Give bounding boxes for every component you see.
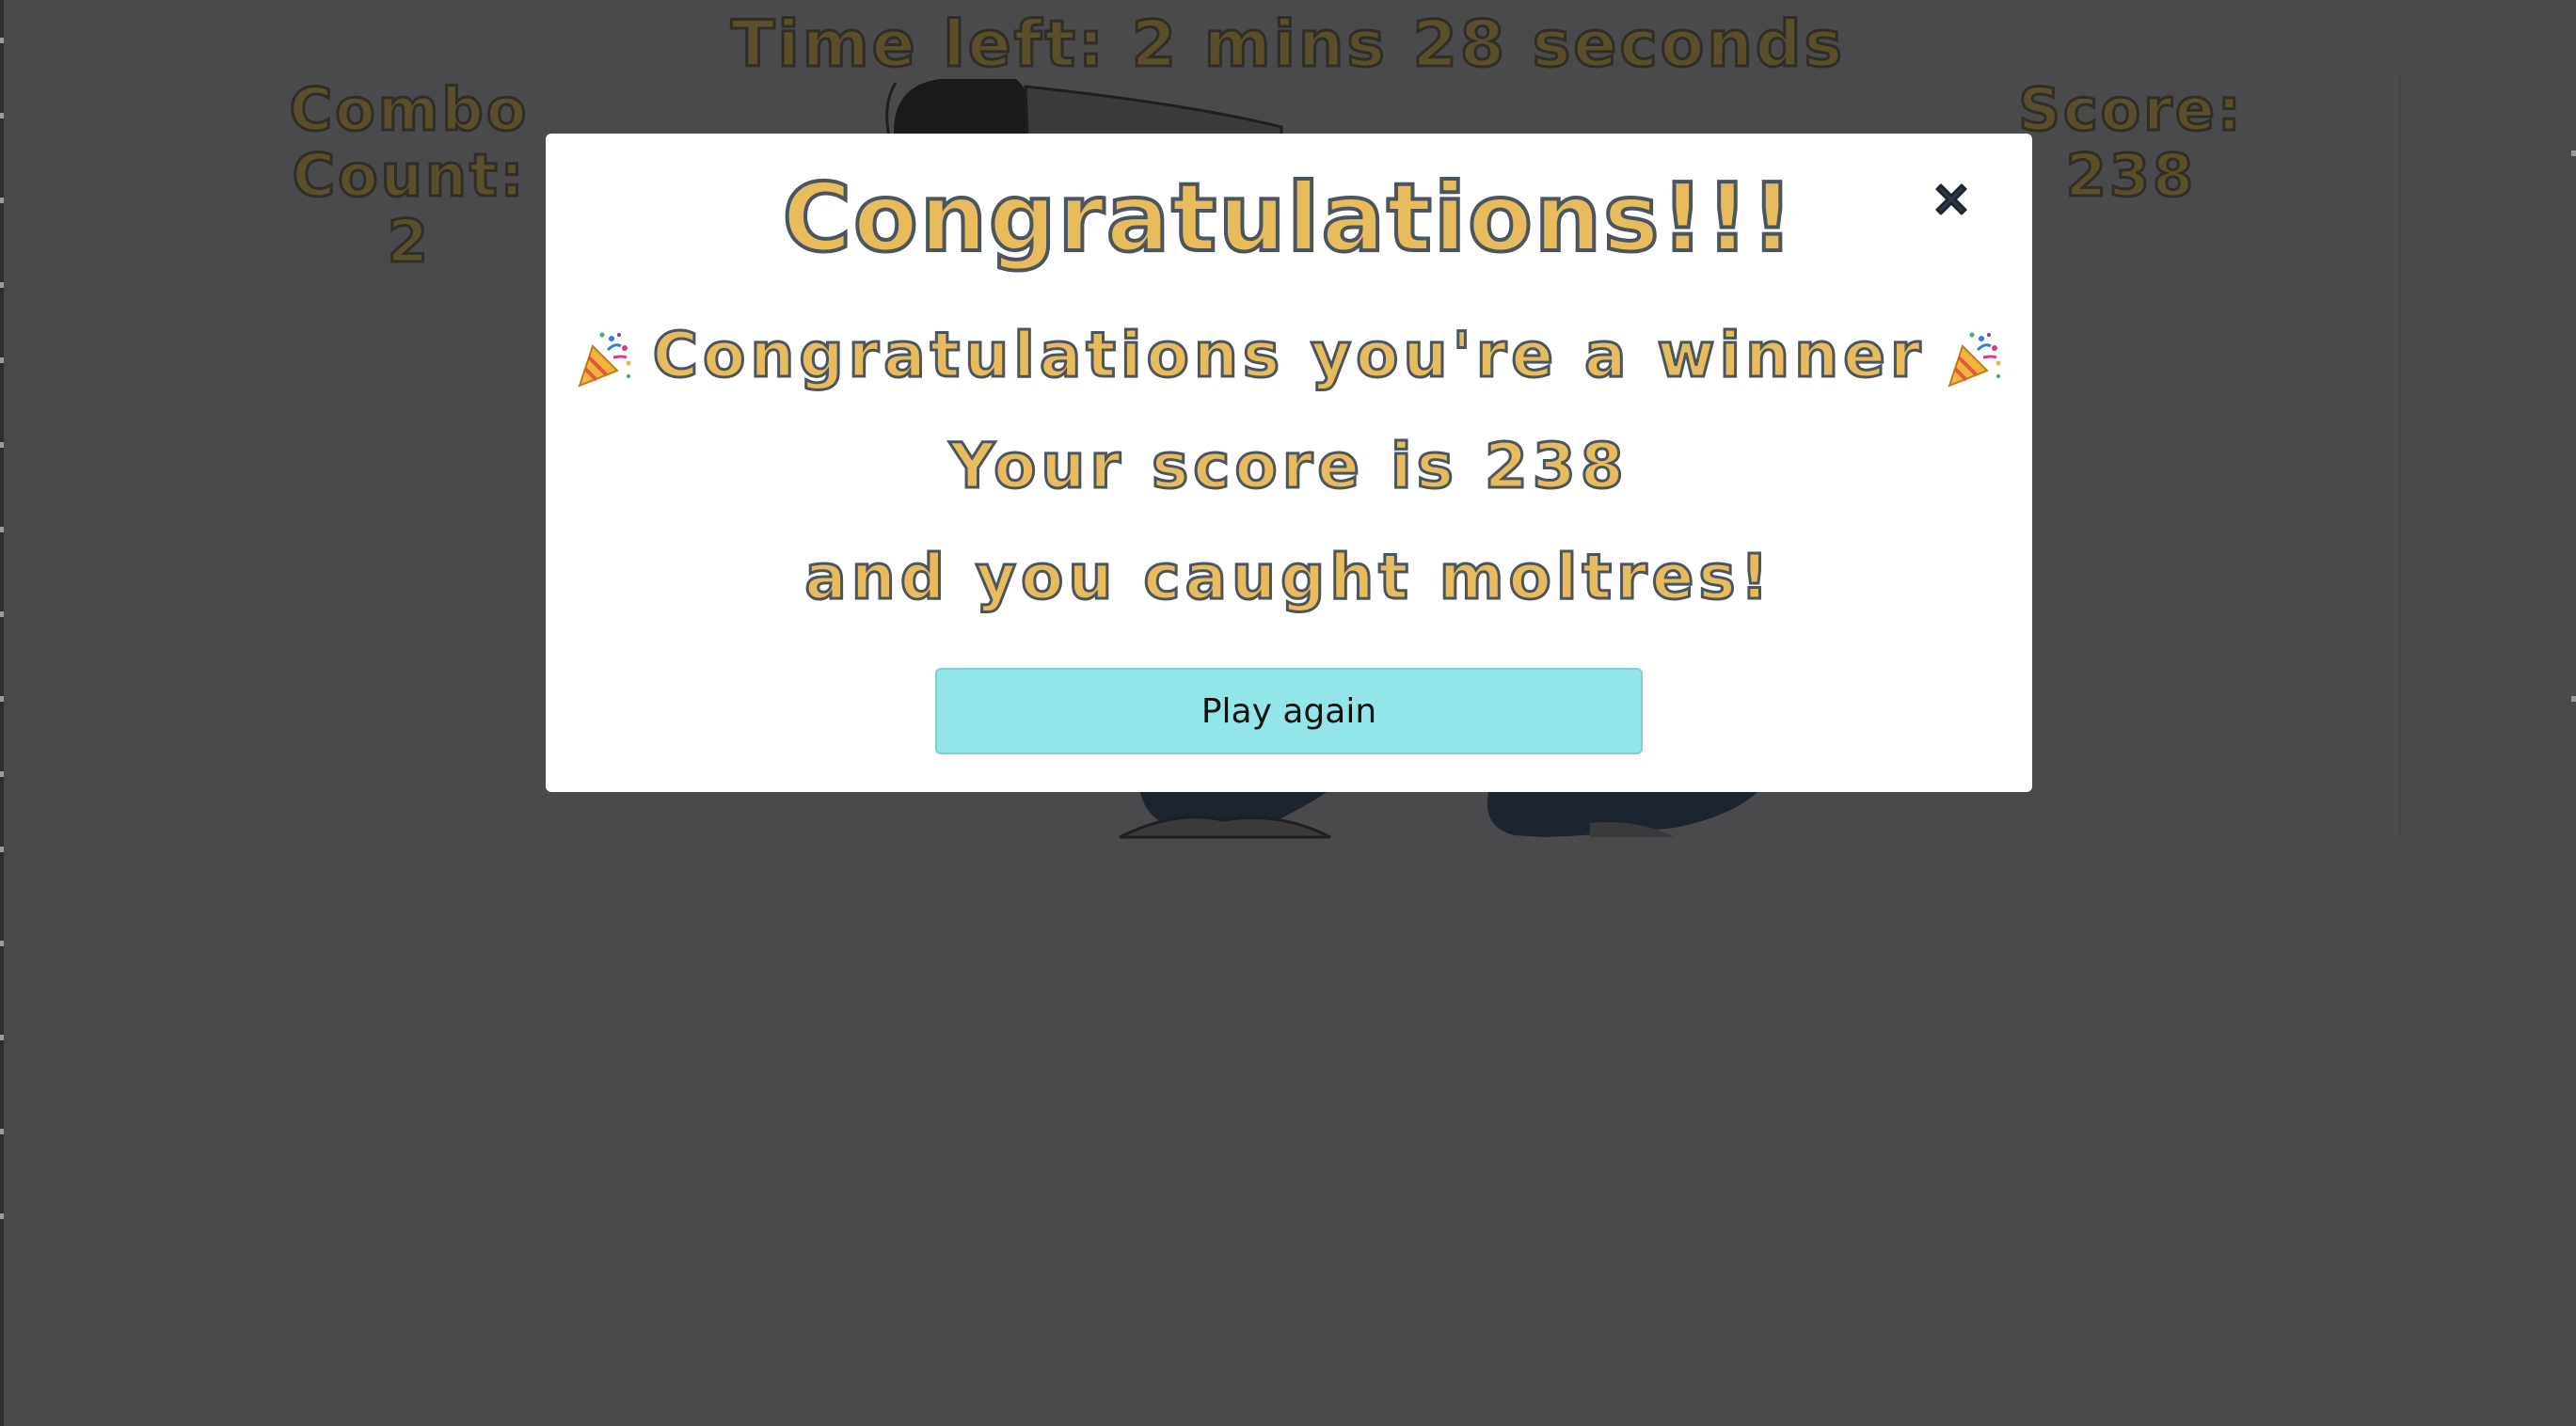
score-message: Your score is 238: [948, 429, 1629, 504]
close-icon: [1935, 183, 1967, 215]
game-stage: Time left: 2 mins 28 seconds Combo Count…: [0, 0, 2576, 1426]
score-label: Score:: [2017, 75, 2244, 144]
modal-title: Congratulations!!!: [781, 161, 1796, 275]
caught-message: and you caught moltres!: [803, 540, 1773, 615]
timer-text: Time left: 2 mins 28 seconds: [730, 7, 1845, 84]
combo-label: Count:: [291, 141, 527, 210]
sprite-top: [885, 79, 1283, 138]
combo-count: Combo Count: 2: [273, 75, 546, 276]
winner-text: Congratulations you're a winner: [651, 318, 1926, 393]
close-button[interactable]: [1923, 171, 1980, 228]
party-popper-icon: [577, 332, 631, 388]
sprite-bottom: [1119, 792, 1757, 839]
party-popper-icon: [1948, 332, 2001, 388]
combo-value: 2: [386, 207, 432, 276]
combo-label: Combo: [288, 75, 530, 144]
win-modal: Congratulations!!! Congratulations you'r…: [546, 134, 2032, 792]
play-again-button[interactable]: Play again: [935, 668, 1643, 754]
winner-message: Congratulations you're a winner: [546, 318, 2032, 393]
score-value: 238: [2064, 141, 2197, 210]
score-display: Score: 238: [1995, 75, 2267, 210]
